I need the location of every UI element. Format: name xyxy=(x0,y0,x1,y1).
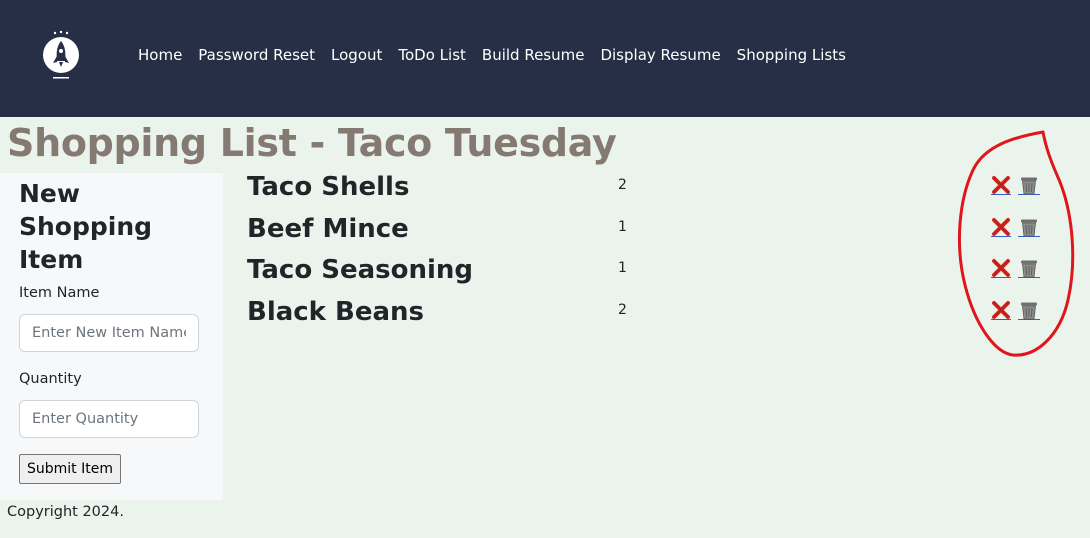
nav-link-logout[interactable]: Logout xyxy=(331,46,382,64)
remove-item-button[interactable] xyxy=(991,300,1011,320)
list-item: Beef Mince 1 xyxy=(247,214,1047,254)
nav-links: Home Password Reset Logout ToDo List Bui… xyxy=(138,46,846,64)
delete-item-button[interactable] xyxy=(1018,175,1040,195)
item-name-input[interactable] xyxy=(19,314,199,352)
remove-item-button[interactable] xyxy=(991,217,1011,237)
nav-link-todo-list[interactable]: ToDo List xyxy=(398,46,466,64)
navbar: Home Password Reset Logout ToDo List Bui… xyxy=(0,0,1090,117)
trash-can-icon xyxy=(1021,302,1037,320)
trash-can-icon xyxy=(1021,260,1037,278)
nav-link-home[interactable]: Home xyxy=(138,46,182,64)
delete-item-button[interactable] xyxy=(1018,217,1040,237)
red-x-icon xyxy=(992,218,1010,236)
nav-link-shopping-lists[interactable]: Shopping Lists xyxy=(737,46,846,64)
submit-item-button[interactable]: Submit Item xyxy=(19,454,121,484)
item-name: Black Beans xyxy=(247,297,425,327)
quantity-input[interactable] xyxy=(19,400,199,438)
red-x-icon xyxy=(992,301,1010,319)
trash-can-icon xyxy=(1021,219,1037,237)
list-item: Black Beans 2 xyxy=(247,297,1047,337)
item-name: Taco Shells xyxy=(247,172,410,202)
delete-item-button[interactable] xyxy=(1018,258,1040,278)
nav-link-build-resume[interactable]: Build Resume xyxy=(482,46,585,64)
item-quantity: 1 xyxy=(618,219,627,235)
red-x-icon xyxy=(992,176,1010,194)
nav-link-display-resume[interactable]: Display Resume xyxy=(600,46,720,64)
item-name-label: Item Name xyxy=(19,285,100,301)
rocket-logo-icon[interactable] xyxy=(41,30,81,82)
item-quantity: 2 xyxy=(618,302,627,318)
item-actions xyxy=(991,300,1040,320)
remove-item-button[interactable] xyxy=(991,258,1011,278)
trash-can-icon xyxy=(1021,177,1037,195)
form-heading: New Shopping Item xyxy=(19,179,153,274)
item-quantity: 1 xyxy=(618,260,627,276)
copyright-footer: Copyright 2024. xyxy=(7,504,124,520)
red-x-icon xyxy=(992,259,1010,277)
item-name: Beef Mince xyxy=(247,214,409,244)
item-actions xyxy=(991,258,1040,278)
page-title: Shopping List - Taco Tuesday xyxy=(7,121,617,165)
quantity-label: Quantity xyxy=(19,371,82,387)
item-quantity: 2 xyxy=(618,177,627,193)
item-actions xyxy=(991,217,1040,237)
item-name: Taco Seasoning xyxy=(247,255,474,285)
item-actions xyxy=(991,175,1040,195)
delete-item-button[interactable] xyxy=(1018,300,1040,320)
list-item: Taco Seasoning 1 xyxy=(247,255,1047,295)
nav-link-password-reset[interactable]: Password Reset xyxy=(198,46,315,64)
remove-item-button[interactable] xyxy=(991,175,1011,195)
new-item-form: New Shopping Item Item Name Quantity Sub… xyxy=(0,173,223,500)
list-item: Taco Shells 2 xyxy=(247,172,1047,212)
